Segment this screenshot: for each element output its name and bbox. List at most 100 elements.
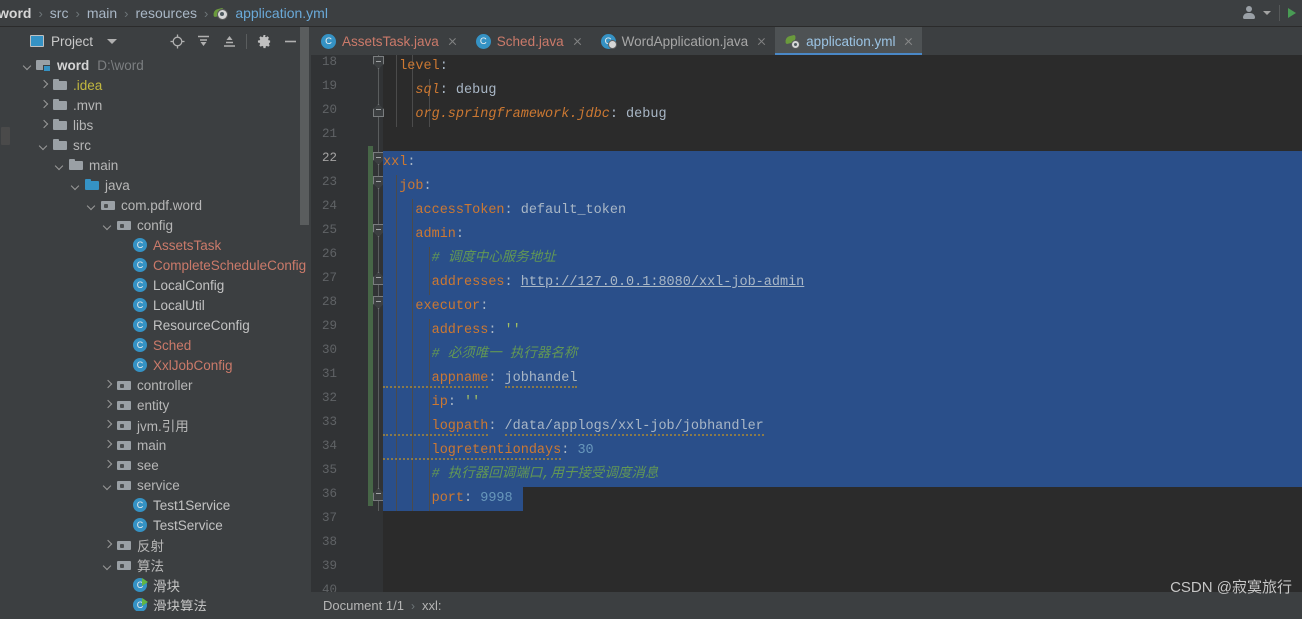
tree-item-completescheduleconfig[interactable]: CompleteScheduleConfig [12,255,311,275]
tree-item-main[interactable]: main [12,435,311,455]
code-line[interactable]: accessToken: default_token [383,199,1302,223]
code-line[interactable]: admin: [383,223,1302,247]
tree-item-service[interactable]: service [12,475,311,495]
chevron-down-icon[interactable] [86,200,97,211]
tree-item-resourceconfig[interactable]: ResourceConfig [12,315,311,335]
chevron-down-icon[interactable] [102,560,113,571]
editor-tab-application-yml[interactable]: application.yml [775,27,923,55]
tree-item-main[interactable]: main [12,155,311,175]
code-line[interactable]: ip: '' [383,391,1302,415]
tree-item-src[interactable]: src [12,135,311,155]
tree-item---[interactable]: 算法 [12,555,311,575]
tree-item-label: Sched [153,337,192,353]
tree-item-label: 算法 [137,559,164,574]
close-icon[interactable] [903,36,914,47]
line-number: 21 [321,127,337,141]
chevron-right-icon[interactable] [38,120,49,131]
chevron-right-icon[interactable] [102,400,113,411]
tree-item-com-pdf-word[interactable]: com.pdf.word [12,195,311,215]
code-line[interactable]: xxl: [383,151,1302,175]
code-line[interactable]: logpath: /data/applogs/xxl-job/jobhandle… [383,415,1302,439]
code-line[interactable]: job: [383,175,1302,199]
code-line[interactable] [383,511,1302,535]
code-line[interactable]: # 执行器回调端口,用于接受调度消息 [383,463,1302,487]
tree-item-jvm---[interactable]: jvm.引用 [12,415,311,435]
tree-item--mvn[interactable]: .mvn [12,95,311,115]
close-icon[interactable] [572,36,583,47]
project-view-icon [30,35,44,47]
code-line[interactable]: org.springframework.jdbc: debug [383,103,1302,127]
editor-gutter[interactable]: 18 19 20 21 22 23 24 25 26 27 28 29 30 31 32 33 34 35 36 37… [311,55,384,619]
code-line[interactable] [383,127,1302,151]
chevron-down-icon[interactable] [22,60,33,71]
code-line[interactable]: executor: [383,295,1302,319]
breadcrumb-item-resources[interactable]: resources [134,5,199,21]
editor-tab-assetstask-java[interactable]: AssetsTask.java [311,27,466,55]
tree-item-sched[interactable]: Sched [12,335,311,355]
chevron-down-icon[interactable] [70,180,81,191]
chevron-right-icon[interactable] [102,380,113,391]
code-line[interactable]: address: '' [383,319,1302,343]
tree-item-java[interactable]: java [12,175,311,195]
strip-button[interactable] [1,127,10,145]
tree-item-libs[interactable]: libs [12,115,311,135]
tree-item-localutil[interactable]: LocalUtil [12,295,311,315]
code-line[interactable]: addresses: http://127.0.0.1:8080/xxl-job… [383,271,1302,295]
tree-item-controller[interactable]: controller [12,375,311,395]
project-panel-title: Project [51,33,94,49]
tree-item-config[interactable]: config [12,215,311,235]
code-text: address: '' [383,323,521,338]
user-account-icon[interactable] [1242,6,1257,20]
code-content[interactable]: level: sql: debug org.springframework.jd… [383,55,1302,619]
breadcrumb-item-main[interactable]: main [85,5,119,21]
chevron-right-icon[interactable] [38,100,49,111]
tree-item--idea[interactable]: .idea [12,75,311,95]
chevron-down-icon[interactable] [107,38,118,44]
chevron-down-icon[interactable] [102,480,113,491]
tree-item-testservice[interactable]: TestService [12,515,311,535]
code-line[interactable]: logretentiondays: 30 [383,439,1302,463]
chevron-right-icon[interactable] [38,80,49,91]
settings-gear-icon[interactable] [251,27,277,55]
project-tree-scrollbar[interactable] [300,27,309,225]
code-line[interactable]: port: 9998 [383,487,1302,511]
chevron-right-icon[interactable] [102,420,113,431]
tree-item-see[interactable]: see [12,455,311,475]
code-editor[interactable]: 18 19 20 21 22 23 24 25 26 27 28 29 30 31 32 33 34 35 36 37… [311,55,1302,619]
chevron-down-icon[interactable] [1263,11,1271,15]
tree-item-word[interactable]: word D:\word [12,55,311,75]
code-line[interactable]: sql: debug [383,79,1302,103]
close-icon[interactable] [756,36,767,47]
tree-item---[interactable]: 反射 [12,535,311,555]
code-line[interactable]: # 调度中心服务地址 [383,247,1302,271]
tree-item-xxljobconfig[interactable]: XxlJobConfig [12,355,311,375]
editor-tab-wordapplication-java[interactable]: WordApplication.java [591,27,776,55]
code-line[interactable] [383,559,1302,583]
code-line[interactable] [383,535,1302,559]
breadcrumb-item-application-yml[interactable]: application.yml [233,5,330,21]
breadcrumb-item-src[interactable]: src [48,5,71,21]
editor-tab-sched-java[interactable]: Sched.java [466,27,591,55]
line-number: 28 [321,295,337,309]
chevron-down-icon[interactable] [102,220,113,231]
chevron-right-icon[interactable] [102,460,113,471]
chevron-down-icon[interactable] [54,160,65,171]
chevron-down-icon[interactable] [38,140,49,151]
expand-all-icon[interactable] [190,27,216,55]
code-line[interactable]: level: [383,55,1302,79]
code-line[interactable]: # 必须唯一 执行器名称 [383,343,1302,367]
locate-target-icon[interactable] [164,27,190,55]
breadcrumb-item-word[interactable]: word [0,5,33,21]
chevron-right-icon[interactable] [102,540,113,551]
code-line[interactable]: appname: jobhandel [383,367,1302,391]
tree-item-test1service[interactable]: Test1Service [12,495,311,515]
tree-item-localconfig[interactable]: LocalConfig [12,275,311,295]
close-icon[interactable] [447,36,458,47]
project-tree[interactable]: word D:\word .idea .mvn libs src main java com.p… [12,55,311,619]
tree-item-entity[interactable]: entity [12,395,311,415]
collapse-all-icon[interactable] [216,27,242,55]
run-icon[interactable] [1288,8,1296,18]
chevron-right-icon[interactable] [102,440,113,451]
tree-item---[interactable]: 滑块 [12,575,311,595]
tree-item-assetstask[interactable]: AssetsTask [12,235,311,255]
